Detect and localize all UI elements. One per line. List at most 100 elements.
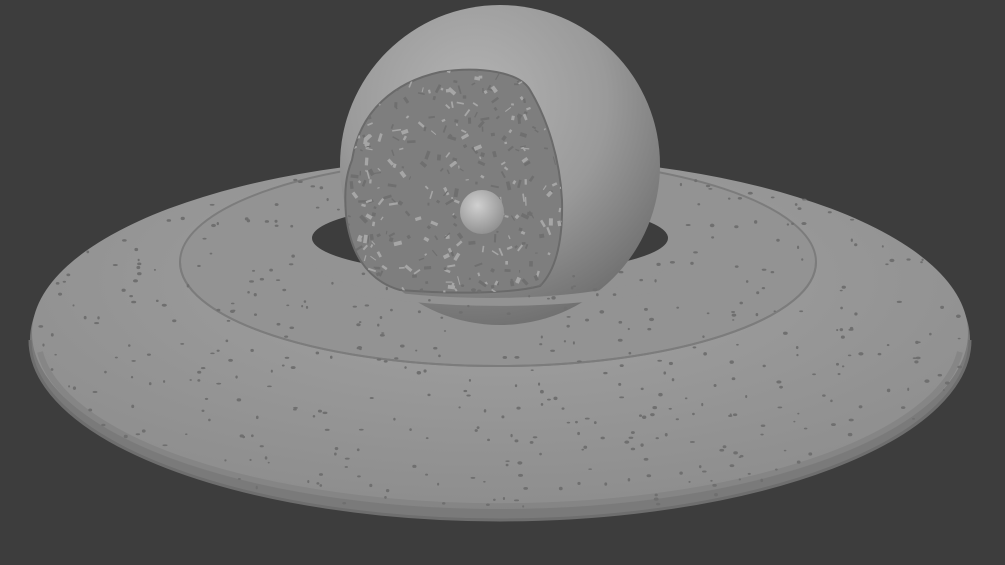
- ring-pebble: [246, 219, 251, 223]
- debris-shard: [359, 170, 362, 176]
- ring-pebble: [617, 338, 623, 342]
- ring-pebble: [676, 306, 680, 309]
- ring-pebble: [599, 310, 605, 314]
- ring-pebble: [619, 364, 624, 368]
- ring-pebble: [293, 178, 298, 182]
- ring-pebble: [624, 440, 630, 444]
- debris-shard: [412, 274, 417, 278]
- ring-pebble: [336, 208, 340, 211]
- debris-shard: [394, 102, 398, 108]
- ring-pebble: [796, 245, 800, 249]
- ring-pebble: [737, 197, 743, 200]
- ring-pebble: [38, 325, 44, 328]
- ring-pebble: [216, 308, 221, 312]
- ring-pebble: [226, 319, 231, 322]
- debris-shard: [345, 84, 347, 90]
- ring-pebble: [697, 203, 701, 206]
- ring-pebble: [153, 268, 156, 271]
- ring-pebble: [628, 436, 634, 439]
- ring-pebble: [794, 203, 798, 206]
- ring-pebble: [760, 478, 764, 483]
- ring-pebble: [747, 191, 753, 195]
- ring-pebble: [827, 211, 832, 214]
- ring-pebble: [358, 428, 364, 431]
- ring-pebble: [703, 352, 707, 356]
- ring-pebble: [709, 223, 715, 228]
- ring-pebble: [847, 432, 853, 437]
- ring-pebble: [141, 429, 146, 433]
- ring-pebble: [201, 409, 205, 413]
- ring-pebble: [293, 408, 297, 411]
- ring-pebble: [802, 198, 807, 201]
- ring-pebble: [937, 373, 943, 377]
- debris-shard: [481, 126, 484, 132]
- debris-shard: [529, 261, 533, 267]
- ring-pebble: [822, 394, 826, 397]
- ring-pebble: [776, 238, 780, 242]
- ring-pebble: [563, 340, 567, 343]
- ring-pebble: [208, 418, 211, 422]
- ring-pebble: [896, 300, 902, 304]
- ring-pebble: [663, 371, 667, 375]
- ring-pebble: [440, 316, 444, 319]
- ring-pebble: [137, 262, 142, 266]
- ring-pebble: [732, 319, 735, 321]
- ring-pebble: [50, 368, 54, 371]
- ring-pebble: [137, 272, 142, 276]
- ring-pebble: [745, 280, 749, 283]
- ring-pebble: [732, 413, 738, 417]
- debris-shard: [369, 179, 372, 184]
- ring-pebble: [166, 219, 172, 222]
- ring-pebble: [186, 284, 190, 288]
- ring-pebble: [284, 335, 289, 338]
- ring-pebble: [618, 382, 622, 386]
- ring-pebble: [770, 196, 775, 199]
- ring-pebble: [854, 243, 858, 247]
- ring-pebble: [326, 197, 329, 202]
- ring-pebble: [561, 407, 565, 410]
- ring-pebble: [62, 280, 67, 283]
- ring-pebble: [538, 382, 541, 386]
- ring-pebble: [379, 333, 385, 337]
- ring-pebble: [324, 428, 330, 431]
- ring-pebble: [162, 444, 168, 447]
- debris-shard: [511, 103, 515, 106]
- ring-pebble: [739, 454, 744, 458]
- 3d-viewport[interactable]: [0, 0, 1005, 565]
- ring-pebble: [216, 222, 219, 226]
- ring-pebble: [441, 502, 446, 505]
- ring-pebble: [123, 434, 128, 439]
- ring-pebble: [955, 314, 961, 319]
- debris-shard: [345, 81, 351, 89]
- ring-pebble: [315, 351, 320, 355]
- ring-pebble: [779, 385, 783, 389]
- ring-pebble: [458, 406, 461, 409]
- inner-core: [460, 190, 504, 234]
- ring-pebble: [588, 468, 592, 470]
- ring-pebble: [483, 480, 486, 483]
- ring-pebble: [641, 415, 647, 419]
- ring-pebble: [94, 322, 100, 325]
- ring-pebble: [510, 433, 513, 438]
- ring-pebble: [228, 358, 233, 362]
- ring-pebble: [270, 369, 273, 373]
- ring-pebble: [92, 390, 98, 394]
- ring-pebble: [831, 423, 836, 426]
- debris-shard: [462, 95, 467, 99]
- ring-pebble: [510, 278, 513, 281]
- ring-pebble: [584, 417, 590, 420]
- ring-pebble: [835, 362, 840, 366]
- ring-pebble: [211, 223, 216, 228]
- ring-pebble: [690, 261, 694, 265]
- ring-pebble: [425, 473, 429, 476]
- ring-pebble: [791, 222, 794, 225]
- ring-pebble: [132, 279, 139, 283]
- ring-pebble: [881, 245, 884, 248]
- ring-pebble: [379, 316, 383, 320]
- ring-pebble: [356, 323, 361, 327]
- ring-pebble: [808, 452, 813, 456]
- ring-pebble: [284, 356, 290, 359]
- ring-pebble: [640, 387, 644, 391]
- ring-pebble: [618, 320, 623, 324]
- ring-pebble: [518, 473, 524, 477]
